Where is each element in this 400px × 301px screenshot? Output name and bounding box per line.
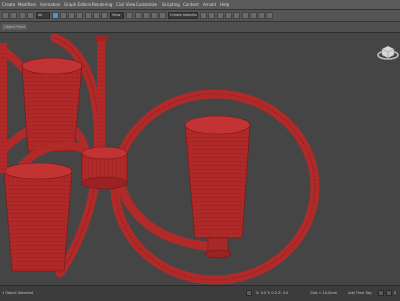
menu-rendering[interactable]: Rendering [92, 0, 112, 9]
menu-customize[interactable]: Customize [136, 0, 157, 9]
mirror-icon[interactable] [200, 12, 207, 19]
reference-coordinate-dropdown[interactable]: View [110, 12, 124, 19]
menu-content[interactable]: Content [183, 0, 199, 9]
perspective-viewport[interactable] [0, 33, 400, 285]
status-bar: 1 Object Selected X: 0.0 Y: 0.0 Z: 0.0 G… [0, 285, 400, 301]
selection-filter-dropdown[interactable]: All [36, 12, 50, 19]
menu-modifiers[interactable]: Modifiers [18, 0, 36, 9]
undo-icon[interactable] [2, 12, 9, 19]
ribbon: Object Paint [0, 22, 400, 33]
link-icon[interactable] [19, 12, 26, 19]
menu-bar: Create Modifiers Animation Graph Editors… [0, 0, 400, 10]
add-time-tag[interactable]: Add Time Tag [348, 291, 372, 295]
chandelier-model [0, 33, 399, 285]
select-object-icon[interactable] [52, 12, 59, 19]
curve-editor-icon[interactable] [225, 12, 232, 19]
scale-icon[interactable] [101, 12, 108, 19]
frame-number[interactable]: 0 [394, 291, 396, 295]
layer-explorer-icon[interactable] [217, 12, 224, 19]
left-stem [0, 43, 7, 173]
menu-arnold[interactable]: Arnold [203, 0, 216, 9]
percent-snap-icon[interactable] [151, 12, 158, 19]
center-hub [81, 146, 128, 190]
viewcube-icon[interactable] [377, 45, 399, 60]
next-frame-icon[interactable] [386, 290, 392, 296]
grid-size: Grid = 10.0mm [310, 291, 338, 295]
menu-scripting[interactable]: Scripting [162, 0, 180, 9]
material-editor-icon[interactable] [242, 12, 249, 19]
align-icon[interactable] [208, 12, 215, 19]
left-shade-upper [21, 57, 83, 152]
lock-selection-icon[interactable] [246, 290, 252, 296]
redo-icon[interactable] [10, 12, 17, 19]
rendered-frame-icon[interactable] [258, 12, 265, 19]
window-crossing-icon[interactable] [76, 12, 83, 19]
select-by-name-icon[interactable] [60, 12, 67, 19]
selection-status: 1 Object Selected [2, 291, 34, 295]
play-icon[interactable] [378, 290, 384, 296]
menu-animation[interactable]: Animation [40, 0, 60, 9]
left-shade-lower [3, 162, 73, 272]
named-selection-field[interactable]: Create Selection Se [168, 12, 198, 19]
main-toolbar: All View Create Selection Se [0, 10, 400, 22]
render-icon[interactable] [266, 12, 273, 19]
move-icon[interactable] [85, 12, 92, 19]
render-setup-icon[interactable] [250, 12, 257, 19]
snap-toggle-icon[interactable] [135, 12, 142, 19]
menu-create[interactable]: Create [2, 0, 15, 9]
rotate-icon[interactable] [93, 12, 100, 19]
spinner-snap-icon[interactable] [159, 12, 166, 19]
coordinate-readout[interactable]: X: 0.0 Y: 0.0 Z: 0.0 [256, 291, 288, 295]
right-shade [184, 115, 251, 259]
angle-snap-icon[interactable] [143, 12, 150, 19]
menu-help[interactable]: Help [220, 0, 229, 9]
menu-graph-editors[interactable]: Graph Editors [64, 0, 91, 9]
menu-civil-view[interactable]: Civil View [116, 0, 135, 9]
schematic-view-icon[interactable] [233, 12, 240, 19]
ribbon-tab-object-paint[interactable]: Object Paint [2, 24, 28, 30]
pivot-icon[interactable] [126, 12, 133, 19]
unlink-icon[interactable] [27, 12, 34, 19]
rectangle-selection-icon[interactable] [68, 12, 75, 19]
